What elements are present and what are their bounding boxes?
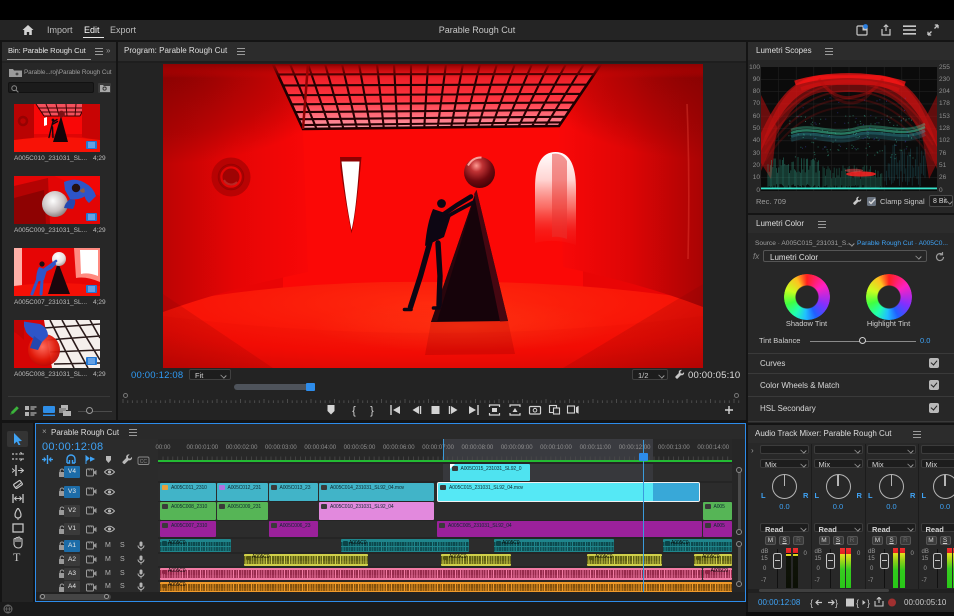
- svg-text:00:00:12:00: 00:00:12:00: [619, 445, 651, 451]
- svg-text:00:00:05:00: 00:00:05:00: [344, 445, 376, 451]
- svg-text:00:00: 00:00: [155, 445, 171, 451]
- svg-text:}: }: [370, 405, 374, 417]
- svg-text:00:00:02:00: 00:00:02:00: [226, 445, 258, 451]
- svg-text:{: {: [810, 598, 813, 608]
- svg-text:{: {: [352, 405, 356, 417]
- svg-text:00:00:08:00: 00:00:08:00: [462, 445, 494, 451]
- svg-text:00:00:04:00: 00:00:04:00: [304, 445, 336, 451]
- svg-text:00:00:11:00: 00:00:11:00: [580, 445, 612, 451]
- svg-text:00:00:06:00: 00:00:06:00: [383, 445, 415, 451]
- svg-text:{: {: [856, 598, 859, 608]
- svg-text:00:00:03:00: 00:00:03:00: [265, 445, 297, 451]
- svg-text:00:00:01:00: 00:00:01:00: [186, 445, 218, 451]
- svg-text:}: }: [835, 598, 838, 608]
- svg-text:}: }: [867, 598, 870, 608]
- svg-text:00:00:09:00: 00:00:09:00: [501, 445, 533, 451]
- svg-text:00:00:07:00: 00:00:07:00: [422, 445, 454, 451]
- svg-text:00:00:10:00: 00:00:10:00: [540, 445, 572, 451]
- svg-text:00:00:13:00: 00:00:13:00: [658, 445, 690, 451]
- svg-text:00:00:14:00: 00:00:14:00: [697, 445, 729, 451]
